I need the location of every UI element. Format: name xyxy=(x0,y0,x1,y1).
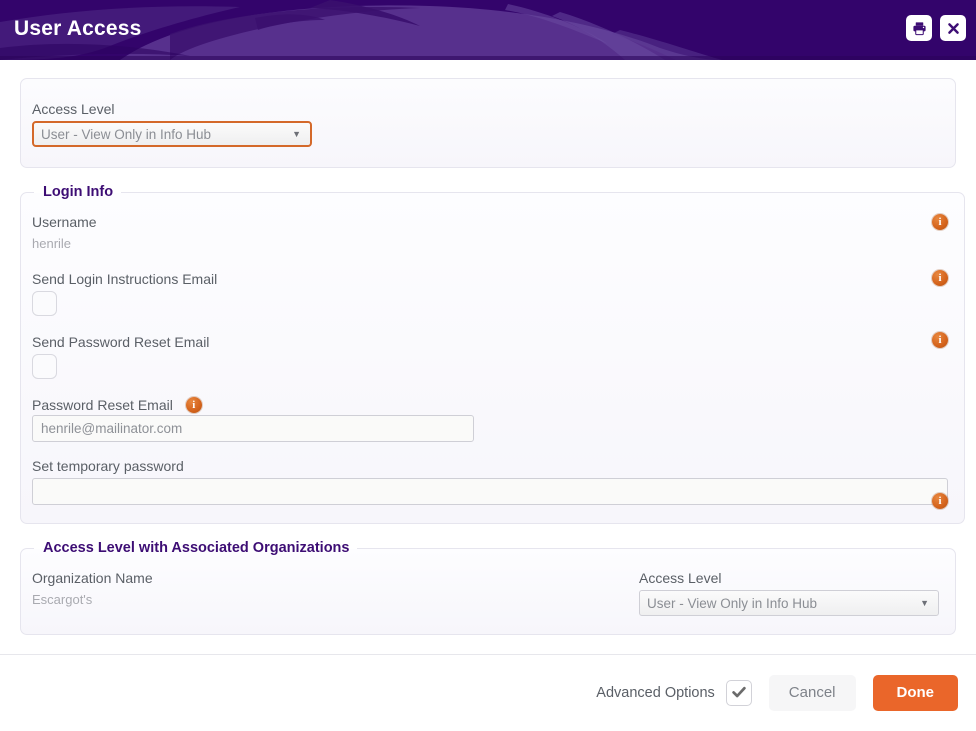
printer-icon xyxy=(912,21,927,36)
send-password-reset-label: Send Password Reset Email xyxy=(32,334,210,350)
password-reset-email-info-icon[interactable]: i xyxy=(185,397,202,413)
login-info-legend: Login Info xyxy=(43,184,114,200)
dialog-footer: Advanced Options Cancel Done xyxy=(0,655,976,731)
close-icon xyxy=(947,22,960,35)
page-title: User Access xyxy=(14,17,142,40)
organization-access-level-select[interactable]: User - View Only in Info Hub ▼ xyxy=(639,590,939,616)
advanced-options-checkbox[interactable] xyxy=(725,680,752,706)
organization-name-value: Escargot's xyxy=(32,592,93,607)
password-reset-email-label: Password Reset Email xyxy=(32,397,173,413)
access-level-selected-value: User - View Only in Info Hub xyxy=(41,126,212,142)
organization-access-level-selected-value: User - View Only in Info Hub xyxy=(647,595,818,611)
chevron-down-icon: ▼ xyxy=(292,129,301,139)
username-info-icon[interactable]: i xyxy=(932,214,948,230)
login-info-section: Login Info i Username henrile i Send Log… xyxy=(20,184,965,524)
organization-name-cell: Organization Name Escargot's xyxy=(32,562,153,611)
organization-access-level-cell: Access Level User - View Only in Info Hu… xyxy=(639,562,939,616)
window-titlebar: User Access xyxy=(0,0,976,60)
checkmark-icon xyxy=(731,684,747,703)
set-temporary-password-info-icon[interactable]: i xyxy=(932,493,948,509)
organization-row: Organization Name Escargot's Access Leve… xyxy=(32,562,939,616)
set-temporary-password-label: Set temporary password xyxy=(32,458,184,474)
associated-organizations-section: Access Level with Associated Organizatio… xyxy=(20,540,956,635)
set-temporary-password-input[interactable] xyxy=(32,478,948,505)
send-login-instructions-info-icon[interactable]: i xyxy=(932,270,948,286)
titlebar-button-group xyxy=(906,15,966,41)
username-label: Username xyxy=(32,214,97,230)
cancel-button[interactable]: Cancel xyxy=(768,675,856,711)
chevron-down-icon: ▼ xyxy=(920,598,929,608)
send-password-reset-checkbox[interactable] xyxy=(32,354,57,379)
close-button[interactable] xyxy=(940,15,966,41)
send-login-instructions-checkbox[interactable] xyxy=(32,291,57,316)
send-login-instructions-label: Send Login Instructions Email xyxy=(32,271,218,287)
organization-access-level-label: Access Level xyxy=(639,570,722,586)
access-level-select[interactable]: User - View Only in Info Hub ▼ xyxy=(32,121,312,147)
print-button[interactable] xyxy=(906,15,932,41)
access-level-label: Access Level xyxy=(32,101,115,117)
associated-organizations-legend: Access Level with Associated Organizatio… xyxy=(43,540,350,556)
username-value: henrile xyxy=(32,236,72,251)
password-reset-email-label-row: Password Reset Email i xyxy=(32,395,948,415)
advanced-options-label: Advanced Options xyxy=(596,685,715,701)
dialog-content: Access Level User - View Only in Info Hu… xyxy=(0,60,976,654)
done-button[interactable]: Done xyxy=(872,675,958,711)
organization-name-label: Organization Name xyxy=(32,570,153,586)
password-reset-email-input[interactable] xyxy=(32,415,474,442)
header-brush-artwork xyxy=(0,0,976,60)
send-password-reset-info-icon[interactable]: i xyxy=(932,332,948,348)
access-level-panel: Access Level User - View Only in Info Hu… xyxy=(20,78,956,168)
